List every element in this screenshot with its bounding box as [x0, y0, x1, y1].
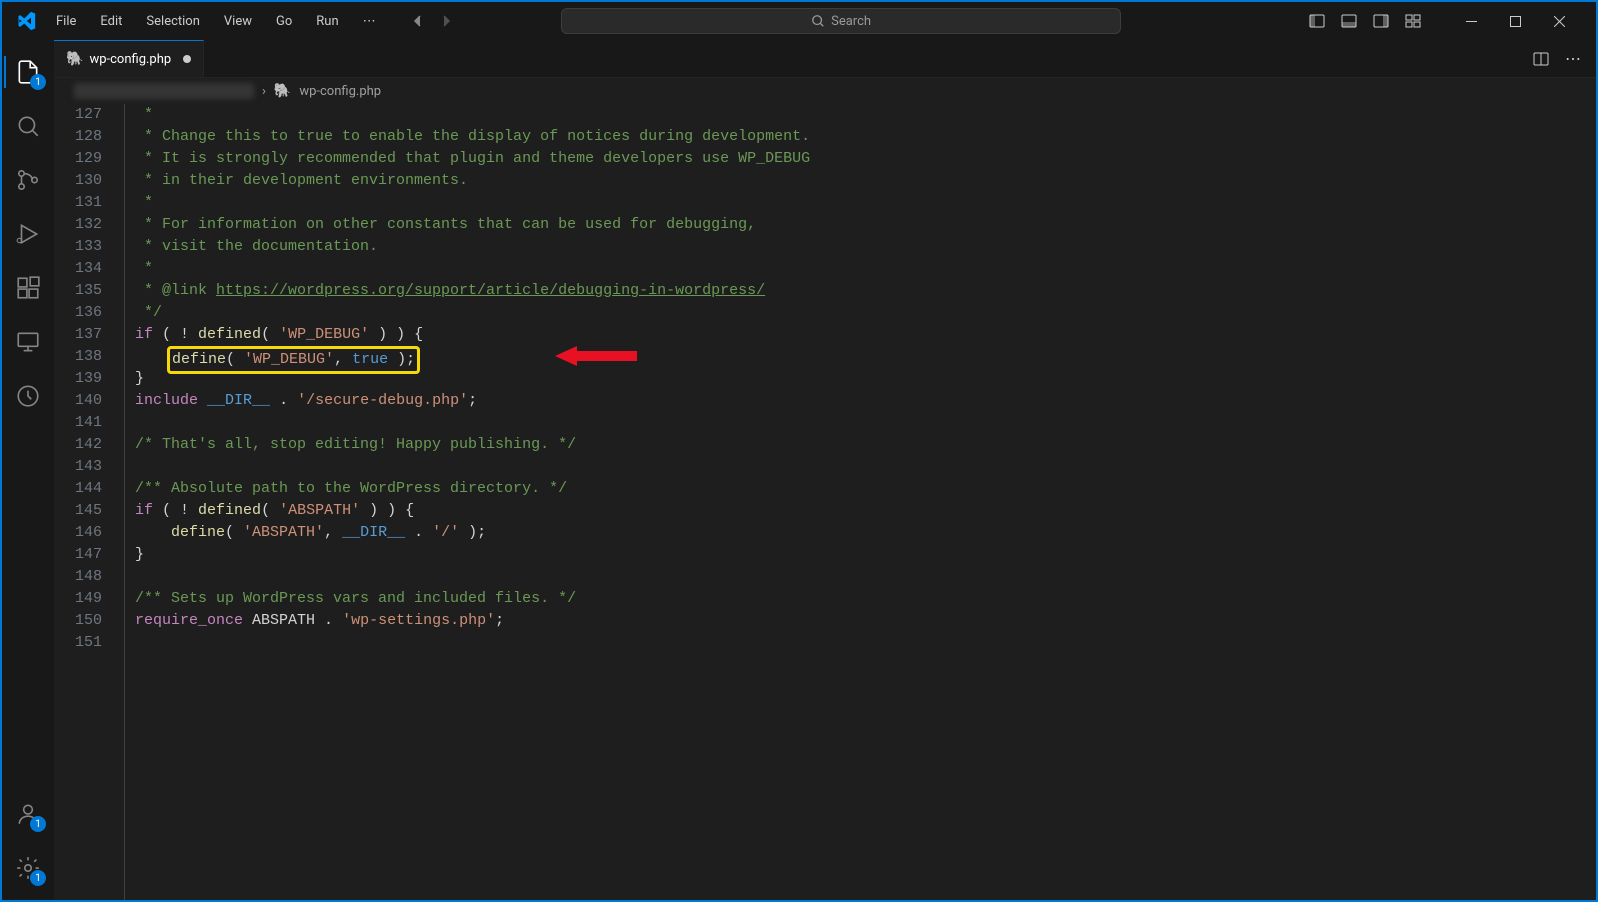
- breadcrumb-path-redacted: [74, 83, 254, 99]
- accounts-badge: 1: [30, 816, 46, 832]
- menu-view[interactable]: View: [214, 10, 262, 33]
- more-actions-icon[interactable]: ⋯: [1564, 50, 1582, 68]
- search-placeholder: Search: [831, 14, 871, 29]
- menu-edit[interactable]: Edit: [90, 10, 132, 33]
- explorer-badge: 1: [30, 74, 46, 90]
- nav-forward-icon[interactable]: [438, 13, 454, 29]
- split-editor-icon[interactable]: [1532, 50, 1550, 68]
- code-line[interactable]: *: [125, 192, 1596, 214]
- menu-file[interactable]: File: [46, 10, 86, 33]
- explorer-icon[interactable]: 1: [4, 48, 52, 96]
- tab-bar: 🐘 wp-config.php ⋯: [54, 40, 1596, 78]
- code-line[interactable]: }: [125, 544, 1596, 566]
- code-line[interactable]: * in their development environments.: [125, 170, 1596, 192]
- code-line[interactable]: */: [125, 302, 1596, 324]
- code-content[interactable]: * * Change this to true to enable the di…: [124, 104, 1596, 900]
- extensions-icon[interactable]: [4, 264, 52, 312]
- tab-filename: wp-config.php: [89, 52, 171, 67]
- code-line[interactable]: [125, 632, 1596, 654]
- window-minimize-icon[interactable]: [1450, 2, 1494, 40]
- remote-explorer-icon[interactable]: [4, 318, 52, 366]
- code-line[interactable]: require_once ABSPATH . 'wp-settings.php'…: [125, 610, 1596, 632]
- settings-badge: 1: [30, 870, 46, 886]
- php-file-icon: 🐘: [274, 83, 291, 99]
- layout-panel-left-icon[interactable]: [1308, 12, 1326, 30]
- annotation-arrow-icon: [555, 346, 637, 366]
- code-line[interactable]: /** Absolute path to the WordPress direc…: [125, 478, 1596, 500]
- title-bar: File Edit Selection View Go Run ⋯ Search: [2, 2, 1596, 40]
- code-line[interactable]: /* That's all, stop editing! Happy publi…: [125, 434, 1596, 456]
- code-line[interactable]: * Change this to true to enable the disp…: [125, 126, 1596, 148]
- command-center-search[interactable]: Search: [561, 8, 1121, 34]
- code-line[interactable]: define( 'WP_DEBUG', true );: [125, 346, 1596, 368]
- code-line[interactable]: define( 'ABSPATH', __DIR__ . '/' );: [125, 522, 1596, 544]
- code-line[interactable]: * For information on other constants tha…: [125, 214, 1596, 236]
- window-maximize-icon[interactable]: [1494, 2, 1538, 40]
- code-line[interactable]: *: [125, 104, 1596, 126]
- menu-more[interactable]: ⋯: [353, 10, 386, 33]
- code-line[interactable]: /** Sets up WordPress vars and included …: [125, 588, 1596, 610]
- code-line[interactable]: * It is strongly recommended that plugin…: [125, 148, 1596, 170]
- php-file-icon: 🐘: [66, 51, 83, 67]
- window-close-icon[interactable]: [1538, 2, 1582, 40]
- code-line[interactable]: if ( ! defined( 'WP_DEBUG' ) ) {: [125, 324, 1596, 346]
- chevron-right-icon: ›: [262, 84, 266, 99]
- tab-wp-config[interactable]: 🐘 wp-config.php: [54, 40, 204, 77]
- vscode-logo-icon: [16, 11, 36, 31]
- run-debug-icon[interactable]: [4, 210, 52, 258]
- line-gutter: 1271281291301311321331341351361371381391…: [54, 104, 124, 900]
- customize-layout-icon[interactable]: [1404, 12, 1422, 30]
- editor-area: 🐘 wp-config.php ⋯ › 🐘 wp-config.php 1271…: [54, 40, 1596, 900]
- code-line[interactable]: include __DIR__ . '/secure-debug.php';: [125, 390, 1596, 412]
- menu-run[interactable]: Run: [306, 10, 348, 33]
- code-line[interactable]: [125, 412, 1596, 434]
- layout-panel-right-icon[interactable]: [1372, 12, 1390, 30]
- code-line[interactable]: if ( ! defined( 'ABSPATH' ) ) {: [125, 500, 1596, 522]
- menu-selection[interactable]: Selection: [136, 10, 209, 33]
- source-control-icon[interactable]: [4, 156, 52, 204]
- activity-bar: 1 1 1: [2, 40, 54, 900]
- settings-gear-icon[interactable]: 1: [4, 844, 52, 892]
- code-line[interactable]: [125, 456, 1596, 478]
- breadcrumb[interactable]: › 🐘 wp-config.php: [54, 78, 1596, 104]
- timeline-icon[interactable]: [4, 372, 52, 420]
- code-line[interactable]: *: [125, 258, 1596, 280]
- menu-go[interactable]: Go: [266, 10, 302, 33]
- accounts-icon[interactable]: 1: [4, 790, 52, 838]
- breadcrumb-filename: wp-config.php: [299, 84, 381, 99]
- nav-back-icon[interactable]: [410, 13, 426, 29]
- code-line[interactable]: * @link https://wordpress.org/support/ar…: [125, 280, 1596, 302]
- layout-panel-bottom-icon[interactable]: [1340, 12, 1358, 30]
- code-editor[interactable]: 1271281291301311321331341351361371381391…: [54, 104, 1596, 900]
- tab-modified-indicator-icon: [183, 55, 191, 63]
- code-line[interactable]: }: [125, 368, 1596, 390]
- code-line[interactable]: [125, 566, 1596, 588]
- code-line[interactable]: * visit the documentation.: [125, 236, 1596, 258]
- search-icon[interactable]: [4, 102, 52, 150]
